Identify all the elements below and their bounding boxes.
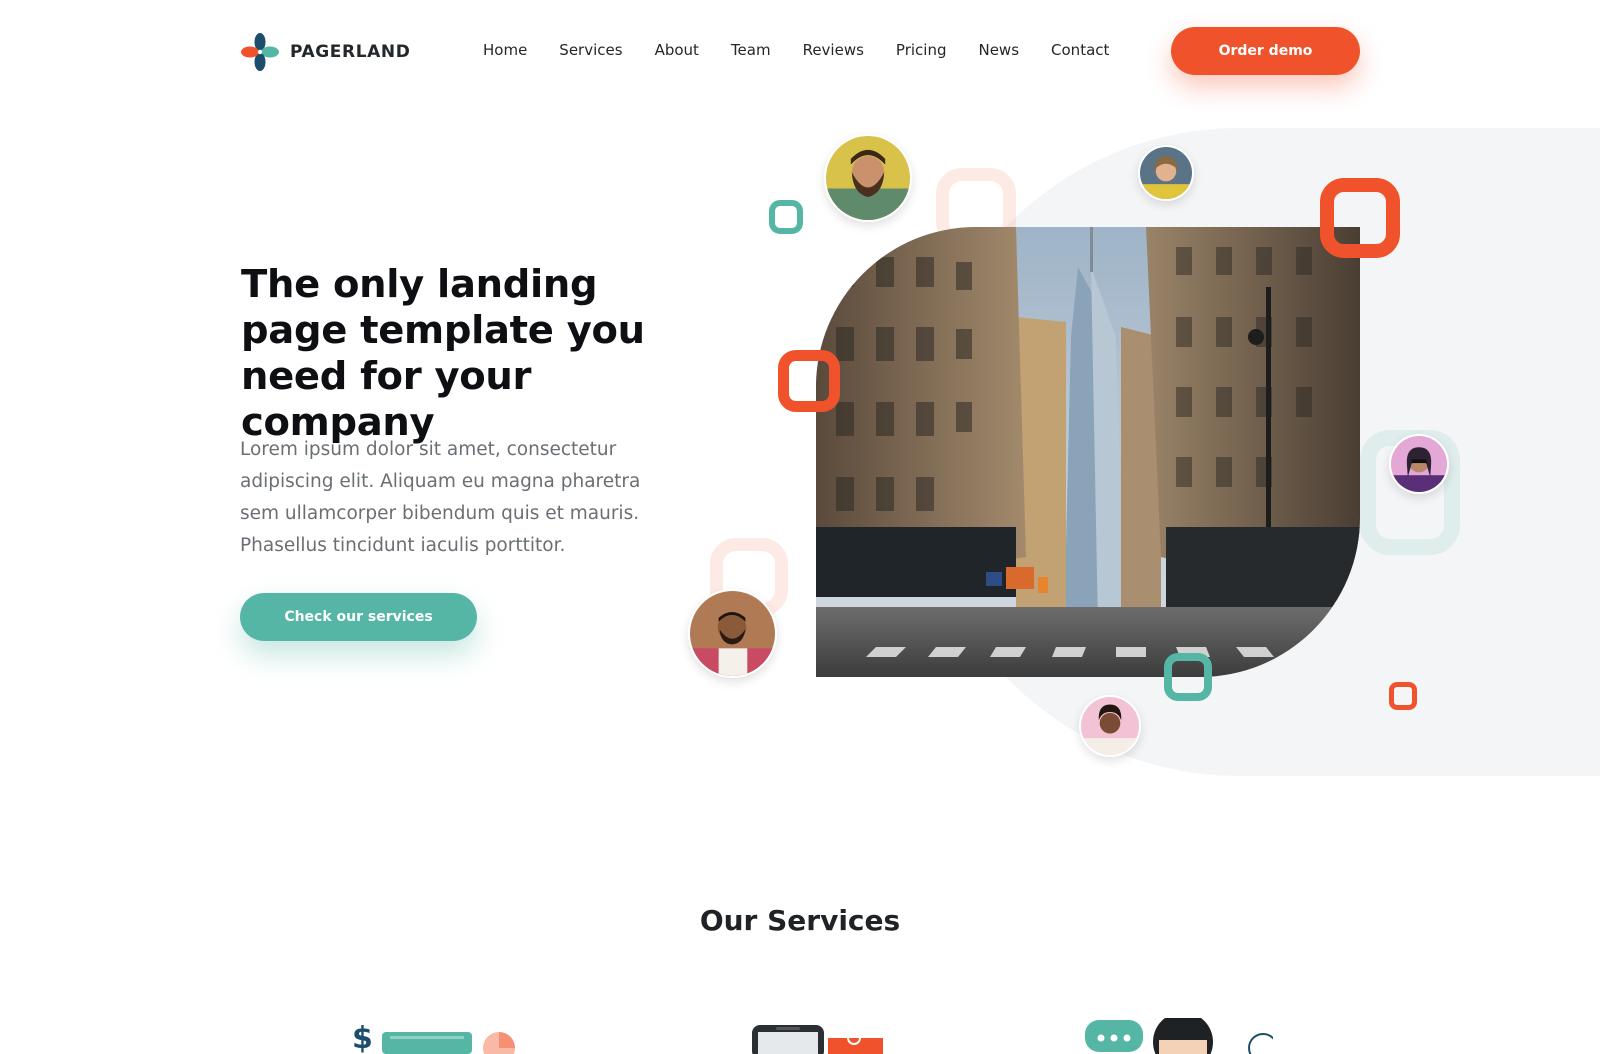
check-services-button[interactable]: Check our services: [240, 593, 477, 641]
nav-reviews-link[interactable]: Reviews: [803, 41, 864, 59]
decor-square: [769, 200, 803, 234]
avatar: [1389, 434, 1449, 494]
svg-text:$: $: [352, 1021, 373, 1054]
decor-square: [936, 168, 1016, 248]
order-demo-button[interactable]: Order demo: [1171, 27, 1360, 75]
logo-icon: [241, 33, 279, 71]
support-icon: [1085, 1018, 1273, 1054]
decor-square: [710, 538, 788, 616]
decor-square: [1164, 653, 1212, 701]
avatar: [1079, 695, 1141, 757]
services-title: Our Services: [699, 904, 901, 937]
nav-news-link[interactable]: News: [978, 41, 1019, 59]
decor-square: [778, 350, 840, 412]
logo-text: PAGERLAND: [290, 42, 411, 62]
hero-visual: [0, 0, 1600, 800]
avatar: [824, 134, 912, 222]
hero-description: Lorem ipsum dolor sit amet, consectetur …: [240, 439, 641, 556]
decor-square: [1389, 682, 1417, 710]
decor-square: [1320, 178, 1400, 258]
finance-icon: $: [352, 1021, 515, 1054]
hero-city-image: [816, 227, 1360, 677]
nav-contact-link[interactable]: Contact: [1051, 41, 1109, 59]
hero-title: The only landing page template you need …: [241, 262, 645, 445]
mobile-icon: [752, 1025, 883, 1054]
logo[interactable]: PAGERLAND: [240, 32, 410, 72]
main-nav: Home Services About Team Reviews Pricing…: [483, 41, 1109, 59]
hero-background-shape: [915, 128, 1600, 776]
decor-square: [1360, 430, 1460, 555]
nav-about-link[interactable]: About: [655, 41, 699, 59]
nav-pricing-link[interactable]: Pricing: [896, 41, 947, 59]
nav-team-link[interactable]: Team: [731, 41, 771, 59]
avatar: [1138, 145, 1194, 201]
nav-home-link[interactable]: Home: [483, 41, 527, 59]
nav-services-link[interactable]: Services: [559, 41, 622, 59]
avatar: [688, 589, 777, 678]
